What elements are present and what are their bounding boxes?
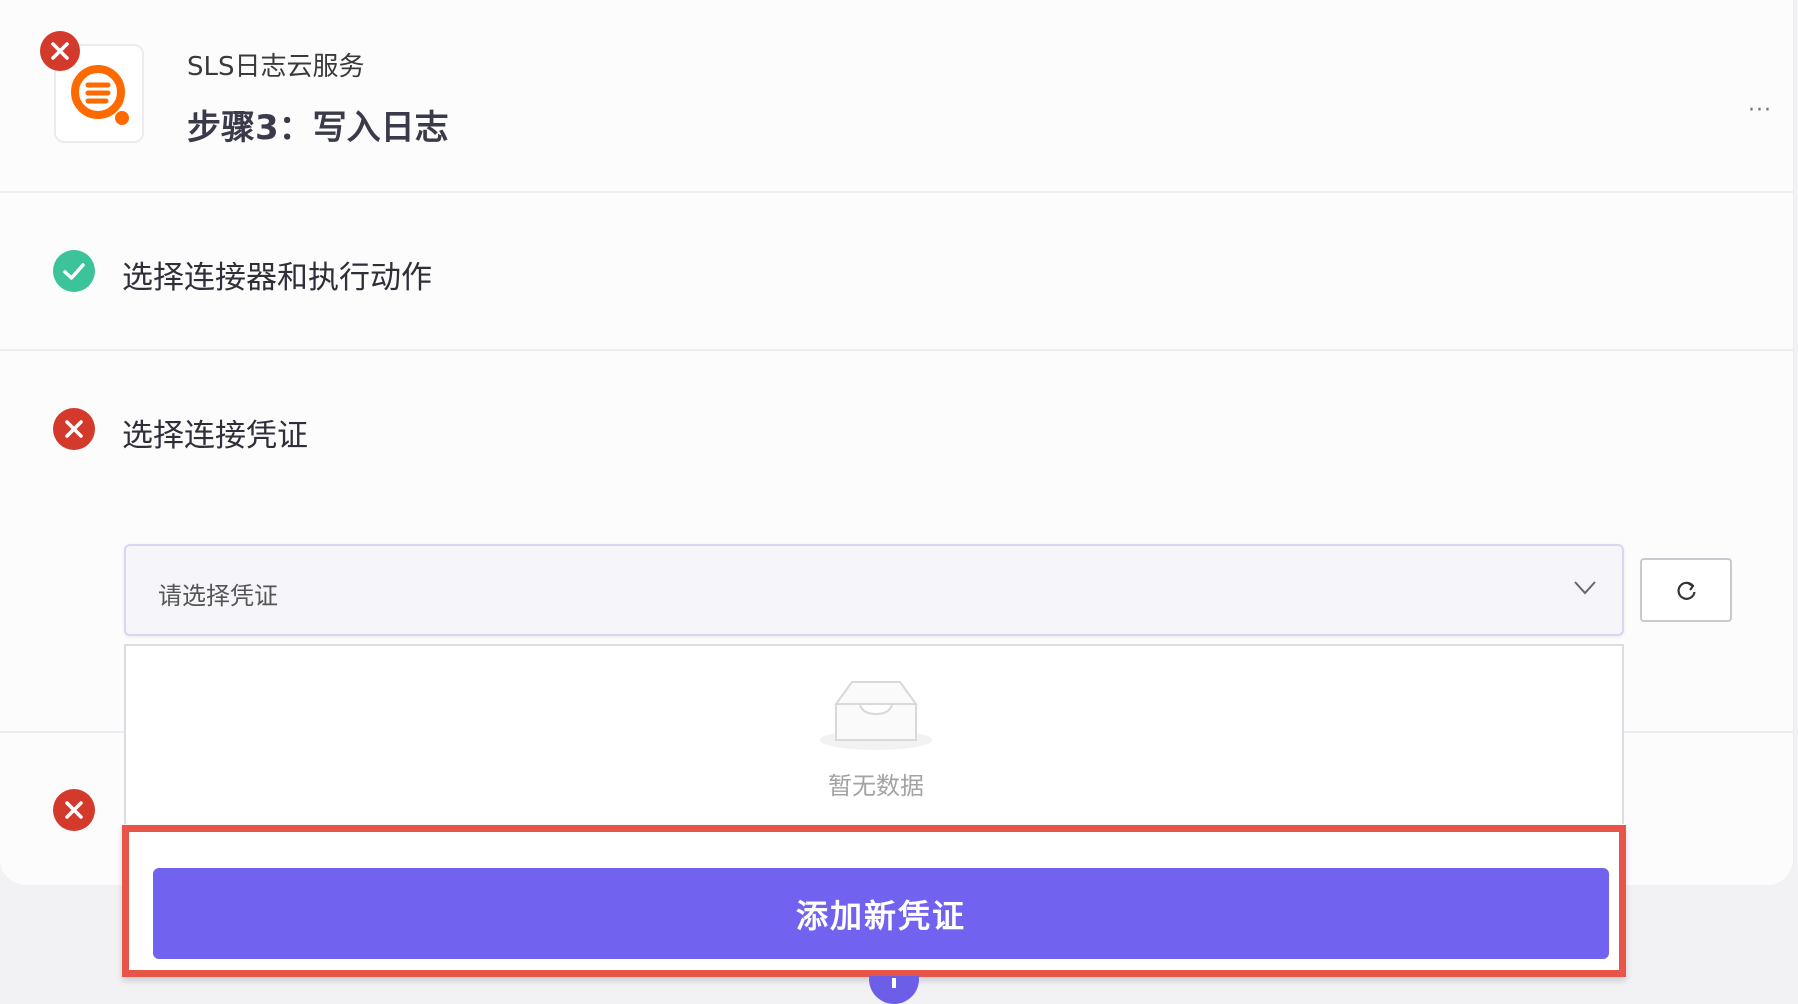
app-error-badge-icon [40,31,80,71]
credential-select-placeholder: 请选择凭证 [158,582,278,610]
empty-text: 暂无数据 [828,772,924,800]
step-title: 步骤3：写入日志 [187,108,449,148]
chevron-down-icon [1574,581,1596,595]
add-credential-button[interactable]: 添加新凭证 [153,868,1609,959]
divider [0,191,1794,193]
empty-inbox-icon [820,681,932,750]
credential-dropdown: 暂无数据 [124,644,1624,824]
credential-select[interactable]: 请选择凭证 [124,544,1624,636]
check-circle-icon [53,250,95,292]
add-credential-highlight: 添加新凭证 [122,825,1626,977]
more-options-icon[interactable]: ··· [1748,98,1772,123]
workflow-step-editor: SLS日志云服务 步骤3：写入日志 ··· 选择连接器和执行动作 选择连接凭证 … [0,0,1798,1004]
divider [0,349,1794,351]
close-circle-icon [53,789,95,831]
add-step-connector-icon[interactable] [869,976,919,1004]
section-label-connector-action[interactable]: 选择连接器和执行动作 [122,252,432,297]
refresh-icon [1677,581,1696,600]
close-circle-icon [53,408,95,450]
app-name: SLS日志云服务 [187,52,365,82]
refresh-button[interactable] [1640,558,1732,622]
section-label-credential[interactable]: 选择连接凭证 [122,410,308,455]
